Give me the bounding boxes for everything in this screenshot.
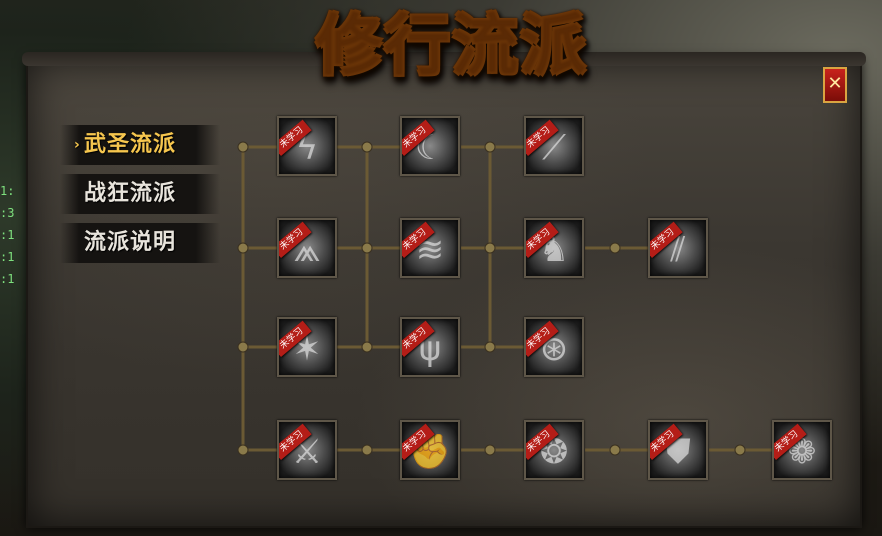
skill-slot[interactable]: ⛊ 未学习 (648, 420, 708, 480)
nav-item-wusheng[interactable]: › 武圣流派 (60, 125, 220, 165)
skill-slot[interactable]: ≋ 未学习 (400, 218, 460, 278)
school-nav: › 武圣流派 战狂流派 流派说明 (60, 125, 220, 272)
nav-item-label: 流派说明 (84, 230, 177, 255)
skill-slot[interactable]: ❁ 未学习 (772, 420, 832, 480)
skill-slot[interactable]: ⟋ 未学习 (524, 116, 584, 176)
skill-slot[interactable]: ⊛ 未学习 (524, 317, 584, 377)
nav-item-label: 战狂流派 (84, 181, 177, 206)
nav-item-explanation[interactable]: 流派说明 (60, 223, 220, 263)
panel-title: 修行流派 (272, 2, 632, 88)
skill-slot[interactable]: ✶ 未学习 (277, 317, 337, 377)
skill-slot[interactable]: ⩕ 未学习 (277, 218, 337, 278)
skill-slot[interactable]: ⚔ 未学习 (277, 420, 337, 480)
active-arrow-icon: › (74, 137, 81, 153)
nav-item-label: 武圣流派 (84, 132, 177, 157)
skill-slot[interactable]: ψ 未学习 (400, 317, 460, 377)
skill-slot[interactable]: ⫽ 未学习 (648, 218, 708, 278)
skill-slot[interactable]: ☾ 未学习 (400, 116, 460, 176)
skill-slot[interactable]: ♞ 未学习 (524, 218, 584, 278)
skill-slot[interactable]: ❂ 未学习 (524, 420, 584, 480)
skill-slot[interactable]: ✊ 未学习 (400, 420, 460, 480)
skill-slot[interactable]: ϟ 未学习 (277, 116, 337, 176)
nav-item-zhankuang[interactable]: 战狂流派 (60, 174, 220, 214)
close-button[interactable]: ✕ (823, 67, 847, 103)
